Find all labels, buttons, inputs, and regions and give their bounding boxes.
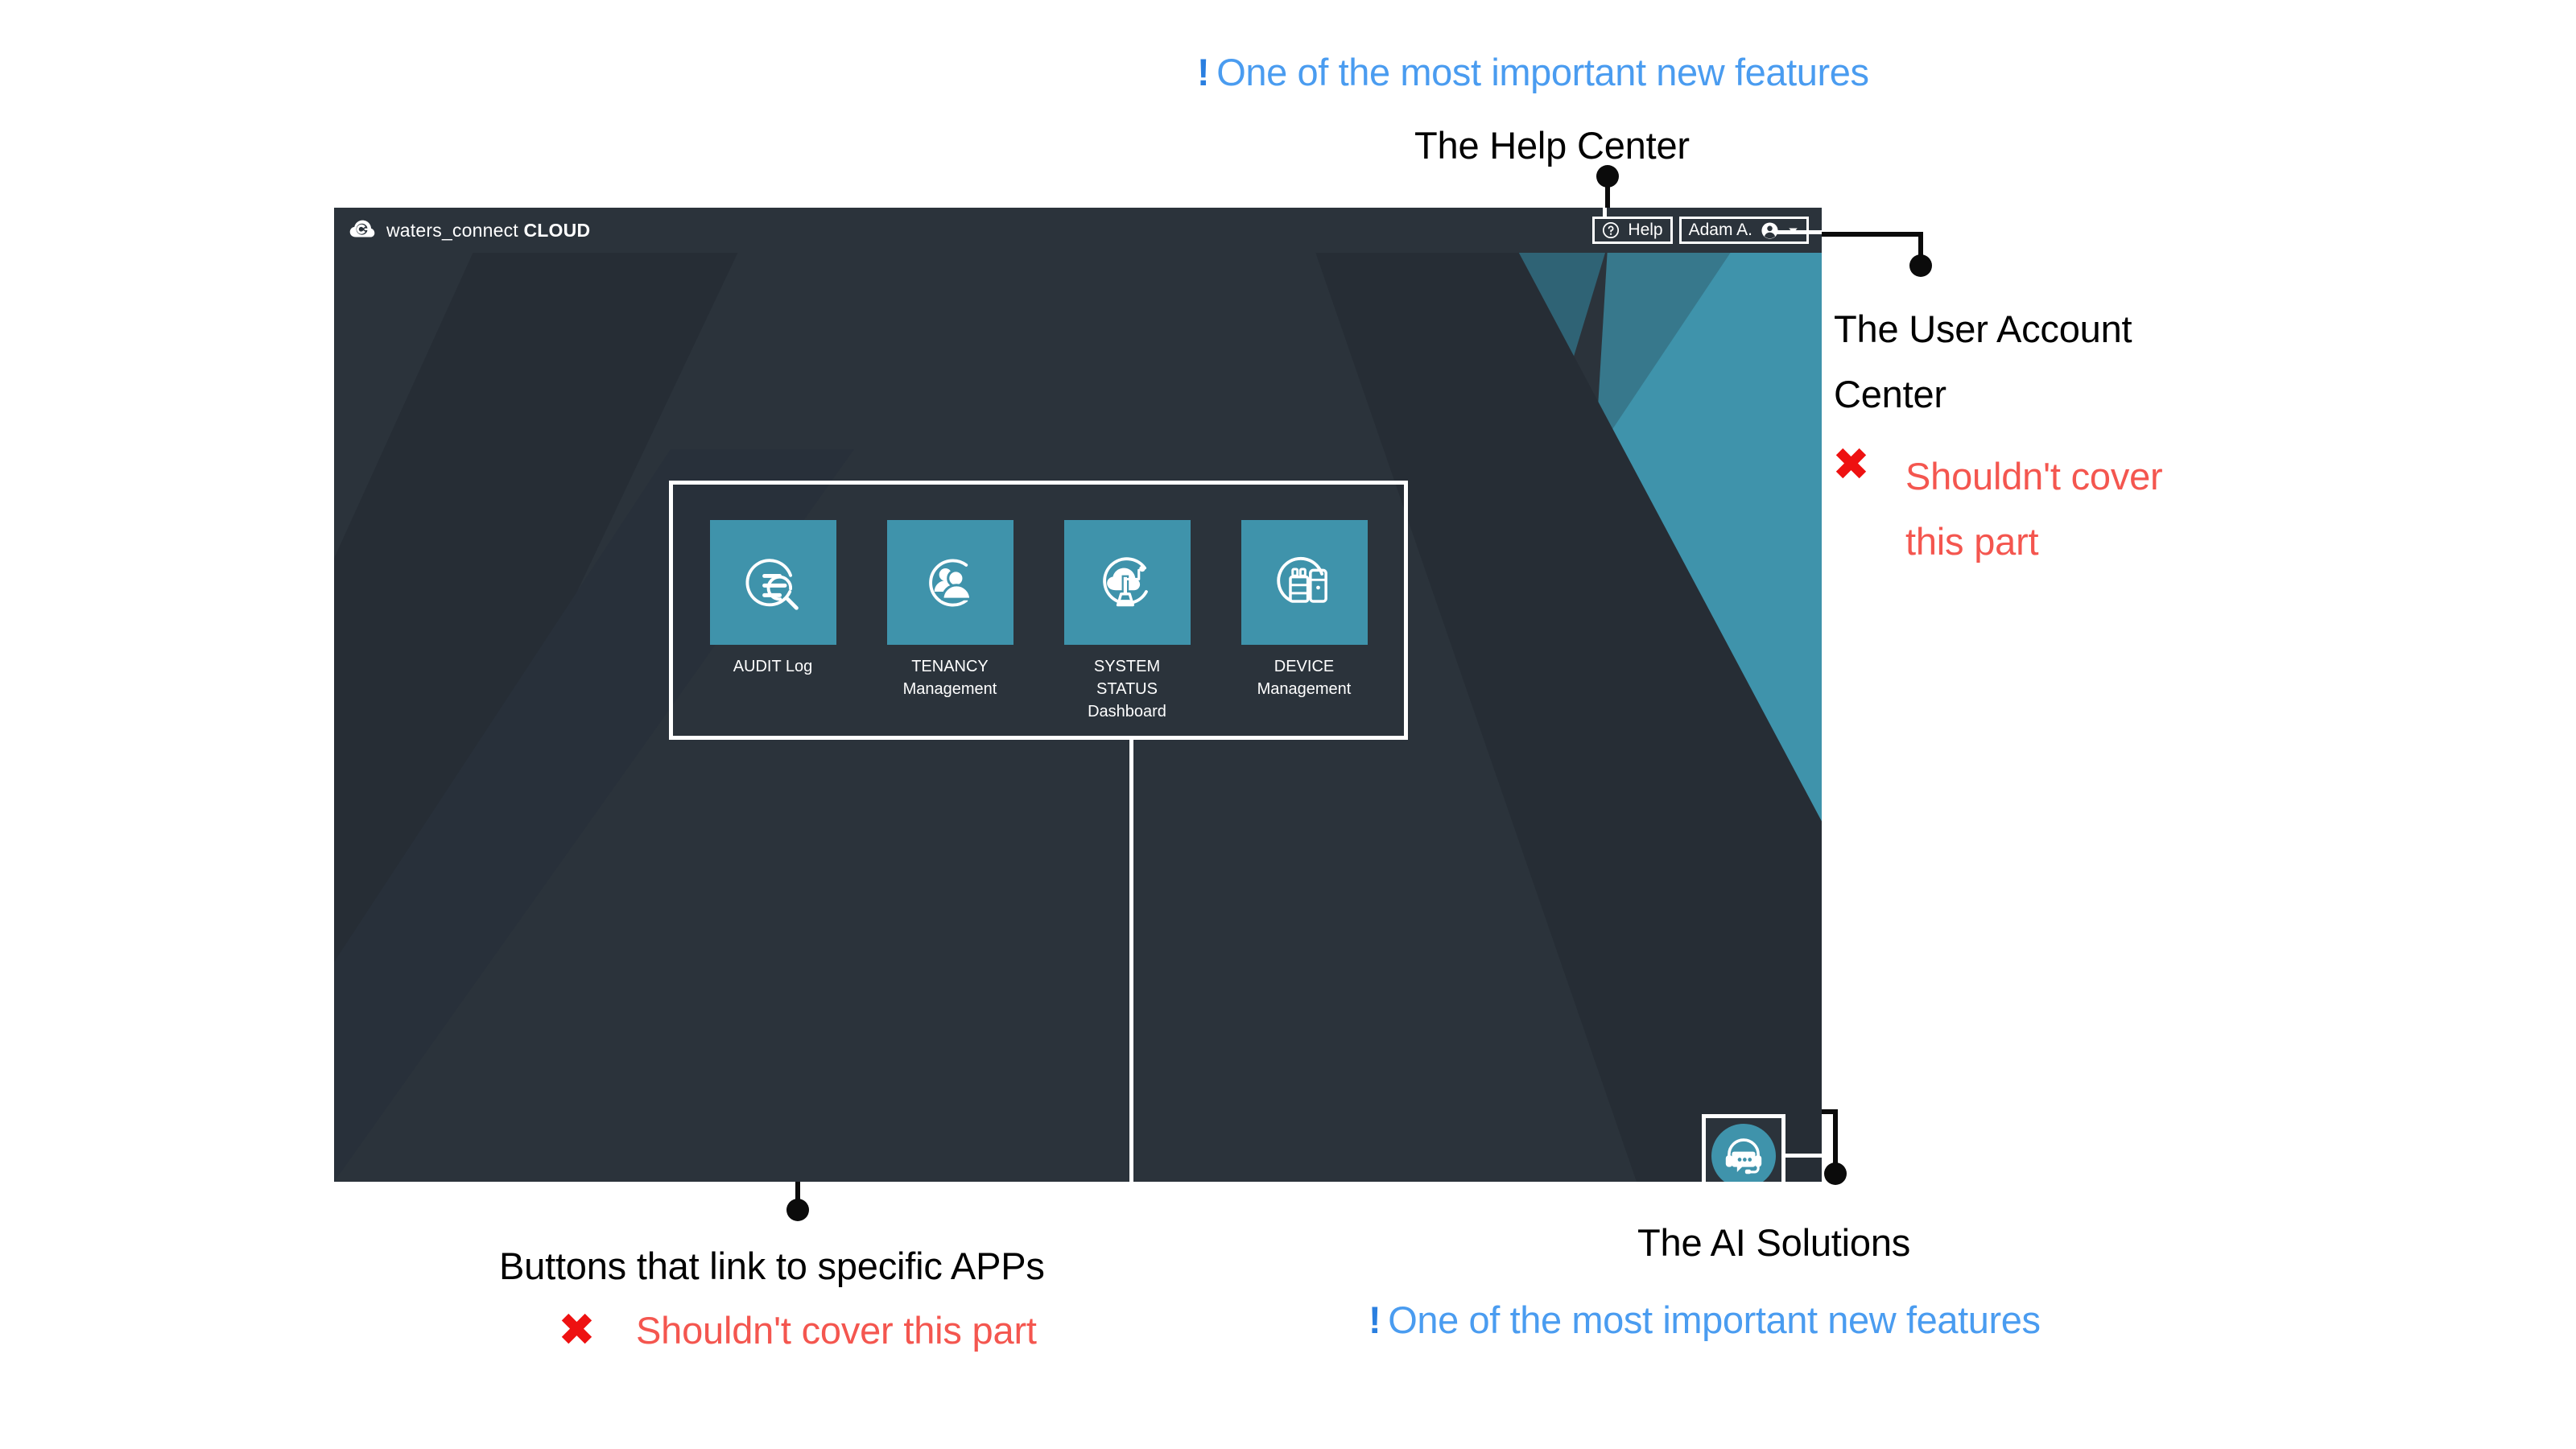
app-tiles-container: AUDIT Log TENANCY Management SYSTEM STAT… [669, 481, 1408, 740]
app-tile-icon[interactable] [709, 520, 836, 645]
annotation-user-account-center: The User Account Center [1834, 308, 2132, 415]
callout-stub-ai-inner [1785, 1154, 1822, 1158]
app-tile-icon[interactable] [886, 520, 1013, 645]
annotation-ai-feature-text: One of the most important new features [1388, 1298, 2041, 1341]
user-account-name: Adam A. [1688, 221, 1752, 239]
app-tile-system-status-dashboard[interactable]: SYSTEM STATUS Dashboard [1063, 520, 1191, 723]
app-tile-label: DEVICE Management [1257, 658, 1352, 698]
callout-stub-apps-inner [1129, 740, 1133, 1182]
app-tile-audit-log[interactable]: AUDIT Log [709, 520, 836, 678]
headset-chat-icon [1725, 1137, 1762, 1174]
audit-log-search-icon [745, 558, 799, 610]
app-tile-icon[interactable] [1063, 520, 1191, 645]
app-tile-device-management[interactable]: DEVICE Management [1241, 520, 1368, 700]
window-titlebar: waters_connect CLOUD Help Adam A. [334, 208, 1822, 253]
annotation-apps-caption: Buttons that link to specific APPs [499, 1245, 1045, 1287]
exclamation-icon: ! [1368, 1298, 1381, 1341]
callout-stub-help-inner [1603, 208, 1607, 219]
annotation-top-feature-text: One of the most important new features [1216, 51, 1869, 93]
cloud-c-logo-icon [349, 220, 375, 237]
help-button-label: Help [1628, 221, 1663, 239]
x-mark-icon: ✖ [1832, 439, 1870, 491]
annotation-help-center: The Help Center [1414, 124, 1690, 167]
brand-name: waters_connect [386, 219, 518, 241]
callout-dot-ai [1824, 1162, 1847, 1185]
tenancy-users-icon [929, 558, 972, 607]
system-status-cloud-icon [1103, 556, 1148, 606]
question-mark-circle-icon [1603, 221, 1620, 239]
brand-title: waters_connect CLOUD [386, 220, 590, 242]
device-instrument-icon [1277, 556, 1327, 603]
annotation-top-feature: ! One of the most important new features [1197, 50, 1869, 94]
annotation-apps-warning: Shouldn't cover this part [636, 1309, 1037, 1352]
app-tile-label: SYSTEM STATUS Dashboard [1088, 658, 1166, 720]
annotation-ai-feature: ! One of the most important new features [1368, 1298, 2041, 1342]
callout-dot-user [1909, 254, 1932, 277]
exclamation-icon: ! [1197, 51, 1210, 93]
app-tile-tenancy-management[interactable]: TENANCY Management [886, 520, 1013, 700]
app-tile-icon[interactable] [1241, 520, 1368, 645]
ai-assistant-circle [1711, 1123, 1776, 1182]
x-mark-icon: ✖ [558, 1304, 596, 1356]
brand: waters_connect CLOUD [349, 217, 590, 244]
callout-dot-apps [786, 1199, 809, 1221]
screenshot-canvas: ! One of the most important new features … [0, 0, 2576, 1449]
app-window: waters_connect CLOUD Help Adam A. AUDIT … [334, 208, 1822, 1182]
ai-assistant-button[interactable] [1702, 1114, 1785, 1182]
callout-stub-user-inner [1777, 230, 1822, 234]
app-tile-label: AUDIT Log [733, 658, 813, 675]
help-button[interactable]: Help [1592, 217, 1673, 244]
app-tile-label: TENANCY Management [902, 658, 997, 698]
brand-product: CLOUD [523, 219, 591, 241]
callout-dot-help [1596, 165, 1619, 188]
annotation-ai-caption: The AI Solutions [1637, 1221, 1911, 1264]
annotation-user-warning: Shouldn't cover this part [1905, 455, 2163, 563]
